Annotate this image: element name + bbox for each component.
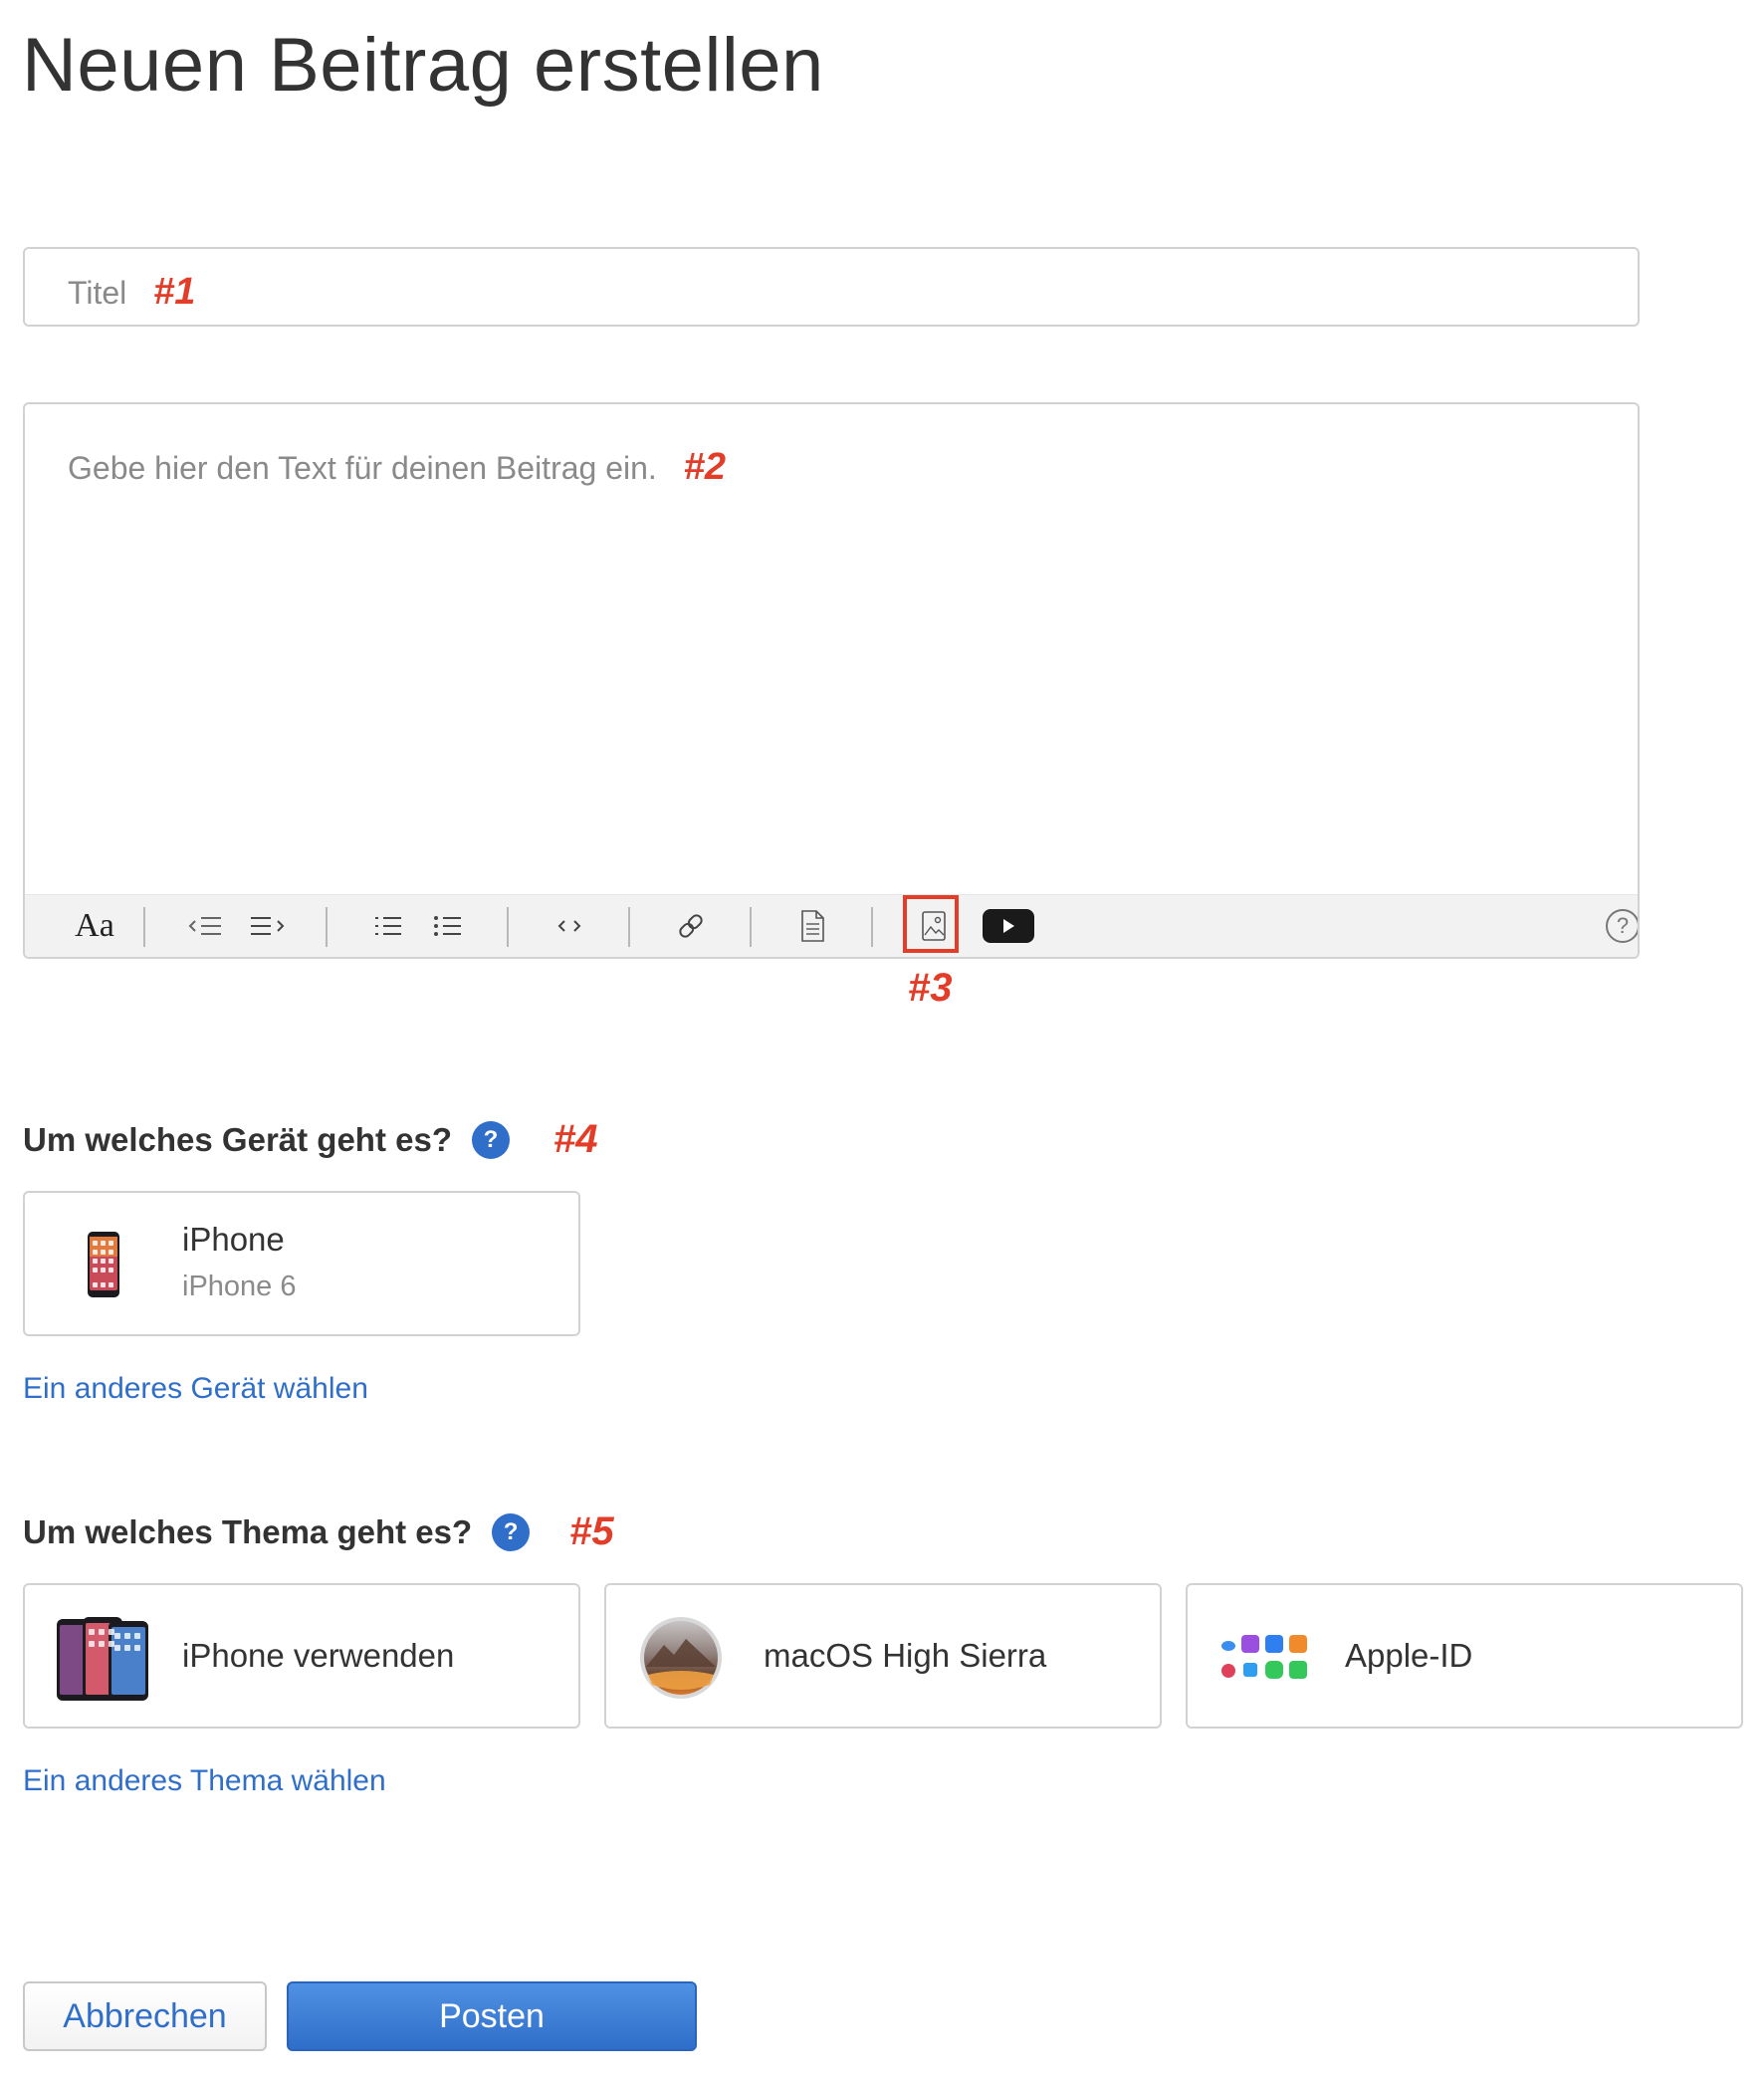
outdent-icon[interactable] — [182, 901, 232, 951]
topic-card-apple-id[interactable]: Apple-ID — [1186, 1583, 1743, 1729]
annotation-marker-3: #3 — [908, 966, 953, 1010]
svg-text:?: ? — [1617, 913, 1629, 938]
topic-label: Apple-ID — [1345, 1637, 1473, 1674]
device-section-header: Um welches Gerät geht es? ? #4 — [23, 1117, 597, 1162]
topic-help-icon[interactable]: ? — [492, 1512, 531, 1551]
toolbar-divider — [871, 907, 873, 947]
annotation-marker-2: #2 — [683, 446, 726, 488]
document-icon[interactable] — [787, 901, 837, 951]
link-icon[interactable] — [666, 901, 716, 951]
bullet-list-icon[interactable] — [423, 901, 473, 951]
topic-label: iPhone verwenden — [182, 1637, 455, 1674]
toolbar-divider — [143, 907, 145, 947]
indent-icon[interactable] — [242, 901, 292, 951]
toolbar-divider — [326, 907, 328, 947]
toolbar-divider — [628, 907, 630, 947]
device-section-heading: Um welches Gerät geht es? — [23, 1120, 452, 1158]
editor-placeholder: Gebe hier den Text für deinen Beitrag ei… — [68, 446, 726, 489]
text-format-label: Aa — [75, 907, 114, 944]
editor-toolbar: Aa ? — [25, 894, 1638, 957]
toolbar-divider — [750, 907, 752, 947]
title-placeholder: Titel #1 — [68, 271, 195, 314]
topic-card-iphone[interactable]: iPhone verwenden — [23, 1583, 580, 1729]
text-format-icon[interactable]: Aa — [63, 901, 126, 951]
page-title: Neuen Beitrag erstellen — [22, 23, 824, 108]
device-name: iPhone — [182, 1221, 285, 1258]
change-topic-link[interactable]: Ein anderes Thema wählen — [23, 1764, 386, 1798]
iphones-icon — [55, 1615, 150, 1708]
topic-section-header: Um welches Thema geht es? ? #5 — [23, 1509, 614, 1554]
video-icon[interactable] — [979, 901, 1038, 951]
cancel-button[interactable]: Abbrechen — [23, 1981, 267, 2051]
annotation-marker-4: #4 — [552, 1117, 598, 1161]
code-icon[interactable] — [545, 901, 594, 951]
topic-card-macos[interactable]: macOS High Sierra — [604, 1583, 1162, 1729]
topic-label: macOS High Sierra — [764, 1637, 1047, 1674]
numbered-list-icon[interactable] — [363, 901, 413, 951]
toolbar-divider — [507, 907, 509, 947]
topic-section-heading: Um welches Thema geht es? — [23, 1512, 473, 1550]
title-input[interactable]: Titel #1 — [23, 247, 1640, 327]
editor-placeholder-text: Gebe hier den Text für deinen Beitrag ei… — [68, 450, 657, 486]
help-icon[interactable]: ? — [1598, 901, 1638, 951]
annotation-marker-1: #1 — [153, 271, 196, 313]
image-icon-highlight — [903, 895, 959, 953]
change-device-link[interactable]: Ein anderes Gerät wählen — [23, 1372, 368, 1406]
device-help-icon[interactable]: ? — [471, 1120, 510, 1159]
annotation-marker-5: #5 — [569, 1509, 614, 1553]
post-body-editor[interactable]: Gebe hier den Text für deinen Beitrag ei… — [23, 402, 1640, 959]
apple-id-apps-icon — [1219, 1631, 1315, 1692]
post-button[interactable]: Posten — [287, 1981, 697, 2051]
macos-high-sierra-icon — [638, 1615, 724, 1706]
iphone-device-icon — [87, 1231, 120, 1303]
device-model: iPhone 6 — [182, 1271, 297, 1302]
title-placeholder-text: Titel — [68, 275, 127, 311]
device-card[interactable]: iPhone iPhone 6 — [23, 1191, 580, 1336]
